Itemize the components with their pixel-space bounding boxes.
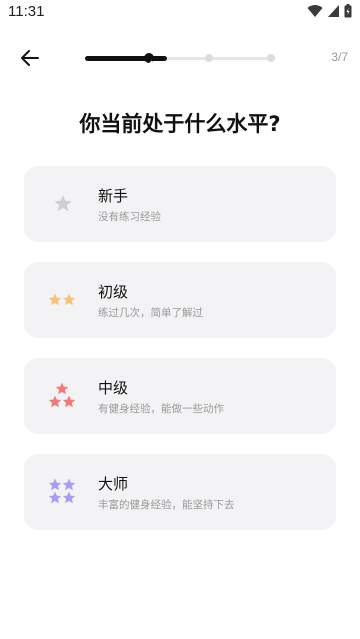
star bbox=[62, 395, 76, 408]
four-stars-icon bbox=[48, 478, 76, 504]
status-icons bbox=[307, 4, 352, 18]
wifi-icon bbox=[307, 5, 323, 18]
page-title: 你当前处于什么水平? bbox=[79, 112, 281, 136]
star bbox=[62, 491, 76, 504]
star bbox=[62, 293, 76, 306]
option-title: 中级 bbox=[98, 379, 129, 397]
progress-step-dot bbox=[267, 54, 275, 62]
star bbox=[62, 478, 76, 491]
option-title: 初级 bbox=[98, 283, 129, 301]
option-junior[interactable]: 初级 练过几次，简单了解过 bbox=[24, 262, 336, 338]
status-bar: 11:31 bbox=[0, 0, 360, 26]
option-title: 新手 bbox=[98, 187, 129, 205]
star bbox=[48, 395, 62, 408]
signal-icon bbox=[328, 5, 339, 17]
progress-fill bbox=[85, 56, 167, 61]
star bbox=[54, 195, 72, 212]
star bbox=[48, 491, 62, 504]
star-icon bbox=[54, 195, 72, 212]
back-button[interactable] bbox=[18, 46, 42, 70]
two-stars-icon bbox=[48, 293, 76, 306]
option-description: 有健身经验，能做一些动作 bbox=[98, 403, 224, 415]
check-icon bbox=[145, 60, 153, 66]
star bbox=[48, 293, 62, 306]
status-time: 11:31 bbox=[8, 3, 45, 20]
option-intermediate[interactable]: 中级 有健身经验，能做一些动作 bbox=[24, 358, 336, 434]
progress-step-dot bbox=[205, 54, 213, 62]
option-master[interactable]: 大师 丰富的健身经验，能坚持下去 bbox=[24, 454, 336, 530]
option-description: 丰富的健身经验，能坚持下去 bbox=[98, 499, 235, 511]
option-description: 没有练习经验 bbox=[98, 211, 161, 223]
three-stars-icon bbox=[48, 382, 76, 408]
option-beginner[interactable]: 新手 没有练习经验 bbox=[24, 166, 336, 242]
star bbox=[55, 382, 69, 395]
progress-bar bbox=[85, 52, 275, 66]
star bbox=[48, 478, 62, 491]
header: 3/7 bbox=[0, 40, 360, 76]
option-title: 大师 bbox=[98, 475, 129, 493]
step-counter: 3/7 bbox=[331, 50, 348, 64]
battery-icon bbox=[344, 4, 352, 18]
option-description: 练过几次，简单了解过 bbox=[98, 307, 203, 319]
level-options: 新手 没有练习经验 初级 练过几次，简单了解过 中级 有健身经验，能做一些动作 … bbox=[24, 166, 336, 550]
progress-step-current bbox=[144, 53, 154, 66]
arrow-left-icon bbox=[21, 50, 39, 66]
